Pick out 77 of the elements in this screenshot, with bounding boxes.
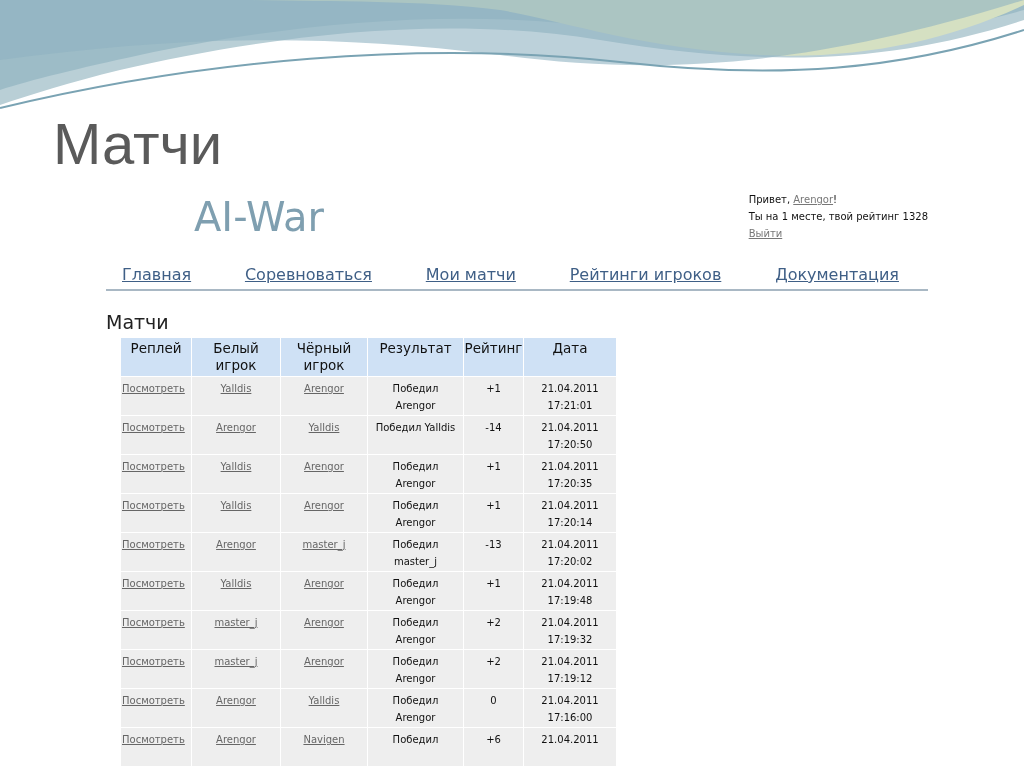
player-link[interactable]: Arengor: [216, 539, 256, 550]
logout-link[interactable]: Выйти: [748, 228, 783, 239]
nav-link[interactable]: Рейтинги игроков: [569, 264, 722, 286]
table-cell: +6: [464, 728, 523, 766]
player-link[interactable]: Yalldis: [308, 422, 340, 433]
player-link[interactable]: Arengor: [304, 617, 344, 628]
player-link[interactable]: Yalldis: [220, 578, 252, 589]
table-cell: Победил Arengor: [368, 494, 463, 532]
table-cell: 21.04.2011 17:19:32: [524, 611, 616, 649]
table-cell: 21.04.2011 17:20:02: [524, 533, 616, 571]
table-cell: Победил Arengor: [368, 689, 463, 727]
table-cell: Победил Yalldis: [368, 416, 463, 454]
table-cell: +1: [464, 572, 523, 610]
replay-link[interactable]: Посмотреть: [122, 734, 185, 745]
player-link[interactable]: Arengor: [216, 734, 256, 745]
table-cell: +1: [464, 494, 523, 532]
player-link[interactable]: master_j: [214, 617, 258, 628]
replay-link[interactable]: Посмотреть: [122, 695, 185, 706]
rank-text: Ты на 1 месте, твой рейтинг 1328: [748, 210, 928, 224]
player-link[interactable]: master_j: [214, 656, 258, 667]
table-cell: -13: [464, 533, 523, 571]
table-cell: 21.04.2011 17:19:48: [524, 572, 616, 610]
table-cell: Победил Arengor: [368, 455, 463, 493]
player-link[interactable]: master_j: [302, 539, 346, 550]
nav-link[interactable]: Главная: [122, 264, 192, 286]
nav-link[interactable]: Мои матчи: [425, 264, 516, 286]
table-cell: +1: [464, 377, 523, 415]
replay-link[interactable]: Посмотреть: [122, 617, 185, 628]
player-link[interactable]: Navigen: [303, 734, 345, 745]
nav-link[interactable]: Соревноваться: [244, 264, 372, 286]
player-link[interactable]: Yalldis: [220, 461, 252, 472]
player-link[interactable]: Arengor: [304, 578, 344, 589]
table-cell: +2: [464, 611, 523, 649]
table-cell: Победил master_j: [368, 533, 463, 571]
slide-title: Матчи: [53, 110, 223, 178]
table-cell: 21.04.2011 17:16:00: [524, 689, 616, 727]
table-cell: Победил Arengor: [368, 572, 463, 610]
table-cell: 0: [464, 689, 523, 727]
column-header: Реплей: [121, 338, 191, 376]
column-header: Рейтинг: [464, 338, 523, 376]
table-cell: Победил Arengor: [368, 650, 463, 688]
replay-link[interactable]: Посмотреть: [122, 461, 185, 472]
player-link[interactable]: Arengor: [216, 422, 256, 433]
player-link[interactable]: Arengor: [304, 461, 344, 472]
table-cell: +1: [464, 455, 523, 493]
table-cell: 21.04.2011 17:21:01: [524, 377, 616, 415]
player-link[interactable]: Yalldis: [220, 383, 252, 394]
replay-link[interactable]: Посмотреть: [122, 422, 185, 433]
player-link[interactable]: Arengor: [304, 383, 344, 394]
player-link[interactable]: Arengor: [216, 695, 256, 706]
replay-link[interactable]: Посмотреть: [122, 383, 185, 394]
replay-link[interactable]: Посмотреть: [122, 500, 185, 511]
table-cell: 21.04.2011 17:20:14: [524, 494, 616, 532]
table-cell: 21.04.2011 17:19:12: [524, 650, 616, 688]
player-link[interactable]: Yalldis: [308, 695, 340, 706]
table-cell: 21.04.2011 17:20:35: [524, 455, 616, 493]
table-cell: +2: [464, 650, 523, 688]
column-header: Чёрный игрок: [281, 338, 367, 376]
greeting-text: Привет, Arengor!: [748, 193, 839, 207]
replay-link[interactable]: Посмотреть: [122, 539, 185, 550]
site-logo: AI-War: [194, 194, 324, 242]
player-link[interactable]: Arengor: [304, 500, 344, 511]
column-header: Дата: [524, 338, 616, 376]
table-cell: 21.04.2011 17:20:50: [524, 416, 616, 454]
nav-link[interactable]: Документация: [775, 264, 899, 286]
table-cell: Победил: [368, 728, 463, 766]
table-cell: 21.04.2011: [524, 728, 616, 766]
player-link[interactable]: Arengor: [304, 656, 344, 667]
section-heading: Матчи: [106, 310, 170, 335]
table-cell: -14: [464, 416, 523, 454]
table-cell: Победил Arengor: [368, 377, 463, 415]
replay-link[interactable]: Посмотреть: [122, 656, 185, 667]
column-header: Результат: [368, 338, 463, 376]
column-header: Белый игрок: [192, 338, 280, 376]
player-link[interactable]: Yalldis: [220, 500, 252, 511]
table-cell: Победил Arengor: [368, 611, 463, 649]
replay-link[interactable]: Посмотреть: [122, 578, 185, 589]
